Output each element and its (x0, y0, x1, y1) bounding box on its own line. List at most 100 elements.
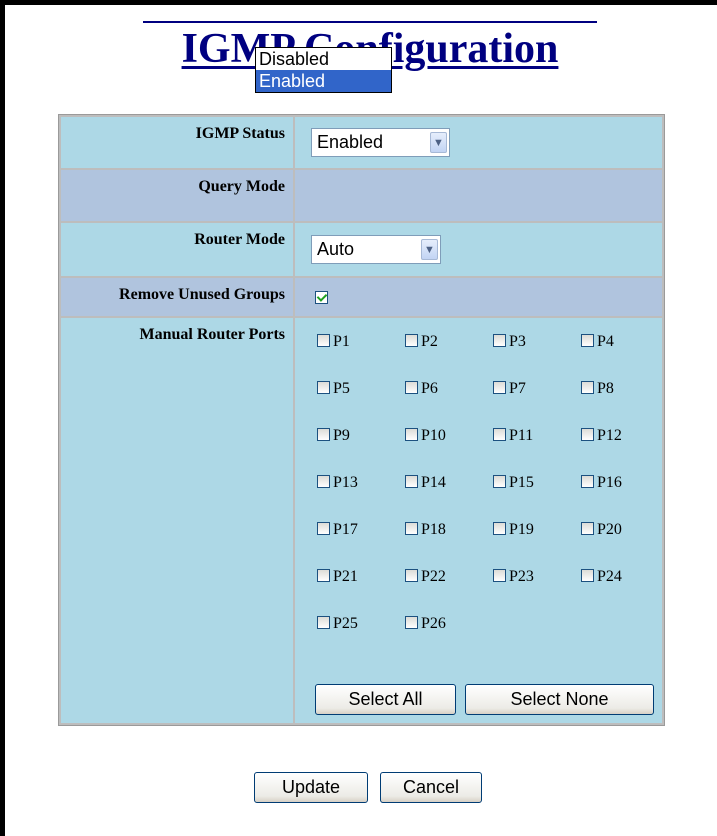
port-checkbox[interactable] (405, 334, 418, 348)
igmp-status-select[interactable]: Enabled ▼ (311, 128, 450, 157)
update-button[interactable]: Update (254, 772, 368, 803)
title-rule (143, 21, 597, 23)
port-label: P10 (421, 427, 446, 444)
port-checkbox[interactable] (317, 569, 330, 583)
port-item: P6 (405, 379, 495, 399)
port-label: P14 (421, 474, 446, 491)
remove-unused-groups-label: Remove Unused Groups (61, 278, 293, 316)
port-item: P25 (317, 614, 407, 634)
port-checkbox[interactable] (317, 475, 330, 489)
port-item: P2 (405, 332, 495, 352)
port-item: P20 (581, 520, 671, 540)
port-item: P17 (317, 520, 407, 540)
port-item: P10 (405, 426, 495, 446)
port-label: P8 (597, 380, 614, 397)
port-label: P21 (333, 568, 358, 585)
remove-unused-groups-cell (295, 278, 662, 316)
port-label: P19 (509, 521, 534, 538)
dropdown-option-enabled[interactable]: Enabled (256, 70, 391, 92)
port-checkbox[interactable] (317, 334, 330, 348)
igmp-status-label: IGMP Status (61, 117, 293, 168)
chevron-down-icon[interactable]: ▼ (430, 132, 447, 153)
port-checkbox[interactable] (493, 334, 506, 348)
router-mode-label: Router Mode (61, 223, 293, 276)
router-mode-value: Auto (317, 239, 355, 259)
port-item: P15 (493, 473, 583, 493)
port-item: P18 (405, 520, 495, 540)
port-label: P6 (421, 380, 438, 397)
port-checkbox[interactable] (317, 616, 330, 630)
port-label: P26 (421, 615, 446, 632)
port-checkbox[interactable] (581, 475, 594, 489)
query-mode-cell (295, 170, 662, 221)
port-item: P26 (405, 614, 495, 634)
igmp-config-table: IGMP Status Enabled ▼ Query Mode Router … (58, 114, 665, 726)
port-label: P24 (597, 568, 622, 585)
select-none-button[interactable]: Select None (465, 684, 654, 715)
port-checkbox[interactable] (581, 428, 594, 442)
port-checkbox[interactable] (581, 522, 594, 536)
port-label: P20 (597, 521, 622, 538)
row-manual-router-ports: Manual Router Ports P1 P2 P3 P4 P5 P6 P7 P8 P9 P1… (61, 318, 662, 723)
port-label: P9 (333, 427, 350, 444)
port-checkbox[interactable] (405, 522, 418, 536)
port-label: P4 (597, 333, 614, 350)
port-label: P1 (333, 333, 350, 350)
port-checkbox[interactable] (317, 522, 330, 536)
row-igmp-status: IGMP Status Enabled ▼ (61, 117, 662, 168)
port-checkbox[interactable] (405, 428, 418, 442)
port-item: P13 (317, 473, 407, 493)
port-label: P5 (333, 380, 350, 397)
port-checkbox[interactable] (405, 616, 418, 630)
port-label: P2 (421, 333, 438, 350)
port-label: P12 (597, 427, 622, 444)
port-label: P17 (333, 521, 358, 538)
port-checkbox[interactable] (493, 569, 506, 583)
row-router-mode: Router Mode Auto ▼ (61, 223, 662, 276)
port-checkbox[interactable] (493, 381, 506, 395)
port-checkbox[interactable] (581, 334, 594, 348)
port-label: P15 (509, 474, 534, 491)
port-checkbox[interactable] (405, 569, 418, 583)
select-all-button[interactable]: Select All (315, 684, 456, 715)
port-checkbox[interactable] (581, 381, 594, 395)
port-item: P22 (405, 567, 495, 587)
chevron-down-icon[interactable]: ▼ (421, 239, 438, 260)
igmp-status-cell: Enabled ▼ (295, 117, 662, 168)
port-label: P22 (421, 568, 446, 585)
dropdown-option-disabled[interactable]: Disabled (256, 48, 391, 70)
port-checkbox[interactable] (405, 475, 418, 489)
port-checkbox[interactable] (493, 475, 506, 489)
port-item: P24 (581, 567, 671, 587)
port-checkbox[interactable] (405, 381, 418, 395)
port-checkbox[interactable] (493, 522, 506, 536)
row-query-mode: Query Mode (61, 170, 662, 221)
port-item: P16 (581, 473, 671, 493)
port-label: P23 (509, 568, 534, 585)
manual-router-ports-label: Manual Router Ports (61, 318, 293, 723)
port-label: P13 (333, 474, 358, 491)
manual-router-ports-cell: P1 P2 P3 P4 P5 P6 P7 P8 P9 P10 P11 P12 P13 P14 P15 P16 P… (295, 318, 662, 723)
port-item: P11 (493, 426, 583, 446)
port-item: P12 (581, 426, 671, 446)
router-mode-select[interactable]: Auto ▼ (311, 235, 441, 264)
port-item: P14 (405, 473, 495, 493)
port-item: P21 (317, 567, 407, 587)
router-mode-cell: Auto ▼ (295, 223, 662, 276)
port-item: P8 (581, 379, 671, 399)
query-mode-label: Query Mode (61, 170, 293, 221)
cancel-button[interactable]: Cancel (380, 772, 482, 803)
port-item: P9 (317, 426, 407, 446)
port-label: P11 (509, 427, 534, 444)
port-checkbox[interactable] (493, 428, 506, 442)
port-checkbox[interactable] (317, 381, 330, 395)
remove-unused-groups-checkbox[interactable] (315, 291, 328, 304)
port-label: P25 (333, 615, 358, 632)
port-checkbox[interactable] (317, 428, 330, 442)
port-item: P5 (317, 379, 407, 399)
port-item: P23 (493, 567, 583, 587)
port-item: P1 (317, 332, 407, 352)
port-item: P19 (493, 520, 583, 540)
port-checkbox[interactable] (581, 569, 594, 583)
igmp-status-value: Enabled (317, 132, 384, 152)
